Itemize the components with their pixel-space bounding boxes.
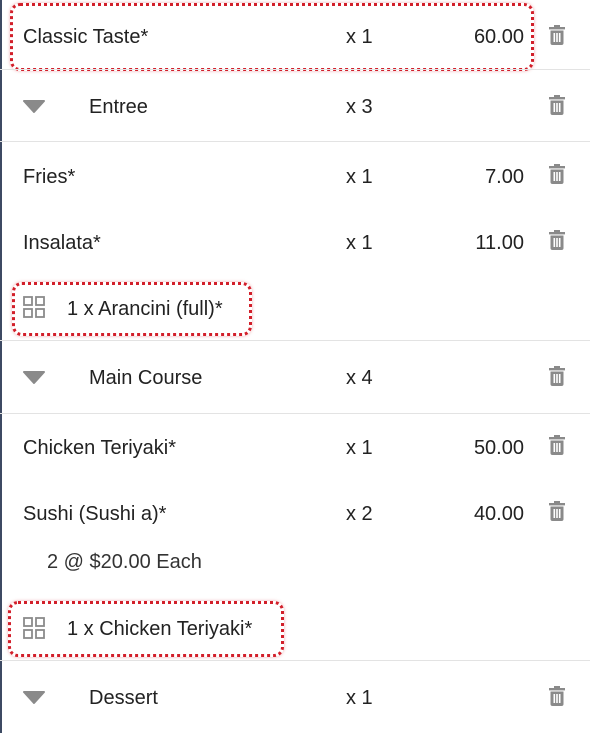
trash-icon[interactable] [548,25,566,45]
group-name: Main Course [89,367,203,389]
order-item-row[interactable]: Insalata* x 1 11.00 [0,208,590,274]
unit-price-note: 2 @ $20.00 Each [47,551,202,573]
item-price: 11.00 [475,232,524,254]
trash-icon[interactable] [548,501,566,521]
caret-down-icon[interactable] [23,100,45,114]
item-quantity: x 1 [346,232,373,254]
item-name: Fries* [23,166,76,188]
group-row-entree[interactable]: Entree x 3 [0,70,590,142]
combo-row[interactable]: 1 x Arancini (full)* [0,274,590,340]
caret-down-icon[interactable] [23,691,45,705]
item-quantity: x 1 [346,166,373,188]
trash-icon[interactable] [548,435,566,455]
order-item-row[interactable]: Fries* x 1 7.00 [0,142,590,208]
item-quantity: x 1 [346,437,373,459]
trash-icon[interactable] [548,95,566,115]
item-price: 40.00 [473,503,524,525]
order-item-row[interactable]: Classic Taste* x 1 60.00 [0,0,590,70]
group-quantity: x 3 [346,96,373,118]
combo-label: 1 x Chicken Teriyaki* [67,618,253,640]
group-row-main-course[interactable]: Main Course x 4 [0,341,590,413]
group-quantity: x 4 [346,367,373,389]
item-quantity: x 2 [346,503,373,525]
item-name: Sushi (Sushi a)* [23,503,167,525]
order-item-row[interactable]: Chicken Teriyaki* x 1 50.00 [0,414,590,480]
combo-row[interactable]: 1 x Chicken Teriyaki* [0,594,590,660]
trash-icon[interactable] [548,366,566,386]
grid-icon [23,617,45,639]
order-item-row[interactable]: Sushi (Sushi a)* x 2 40.00 2 @ $20.00 Ea… [0,480,590,590]
trash-icon[interactable] [548,230,566,250]
group-name: Dessert [89,687,158,709]
trash-icon[interactable] [548,164,566,184]
item-price: 60.00 [473,26,524,48]
combo-label: 1 x Arancini (full)* [67,298,223,320]
item-price: 7.00 [485,166,524,188]
group-row-dessert[interactable]: Dessert x 1 [0,661,590,733]
item-name: Chicken Teriyaki* [23,437,177,459]
item-price: 50.00 [473,437,524,459]
item-name: Classic Taste* [23,26,149,48]
group-quantity: x 1 [346,687,373,709]
trash-icon[interactable] [548,686,566,706]
group-name: Entree [89,96,148,118]
item-name: Insalata* [23,232,101,254]
caret-down-icon[interactable] [23,371,45,385]
grid-icon [23,296,45,318]
item-quantity: x 1 [346,26,373,48]
